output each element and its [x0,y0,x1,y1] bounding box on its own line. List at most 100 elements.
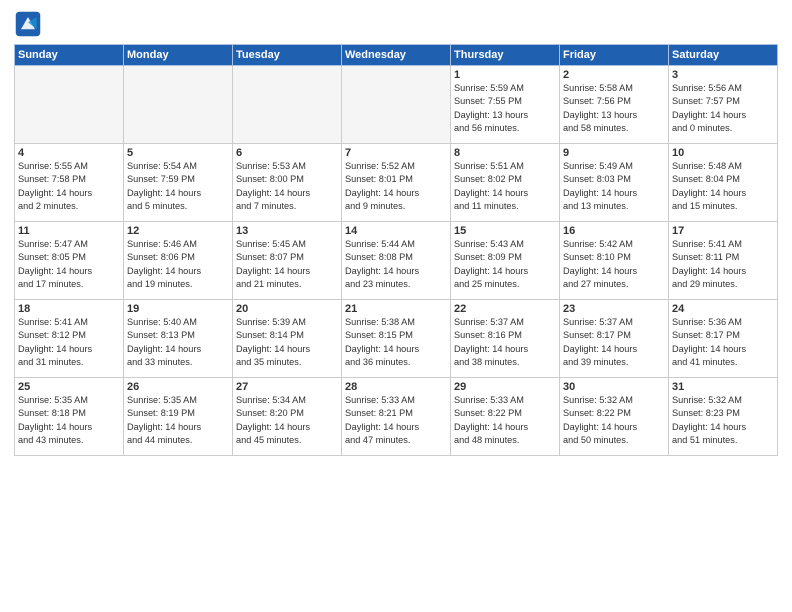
day-info: Sunrise: 5:51 AMSunset: 8:02 PMDaylight:… [454,160,556,213]
day-number: 28 [345,381,447,393]
day-info: Sunrise: 5:34 AMSunset: 8:20 PMDaylight:… [236,394,338,447]
calendar-cell: 12Sunrise: 5:46 AMSunset: 8:06 PMDayligh… [124,222,233,300]
calendar-cell [15,66,124,144]
day-number: 25 [18,381,120,393]
day-info: Sunrise: 5:32 AMSunset: 8:23 PMDaylight:… [672,394,774,447]
calendar-cell: 5Sunrise: 5:54 AMSunset: 7:59 PMDaylight… [124,144,233,222]
calendar-cell: 1Sunrise: 5:59 AMSunset: 7:55 PMDaylight… [451,66,560,144]
day-number: 30 [563,381,665,393]
day-number: 11 [18,225,120,237]
day-info: Sunrise: 5:56 AMSunset: 7:57 PMDaylight:… [672,82,774,135]
day-number: 27 [236,381,338,393]
calendar-week-4: 18Sunrise: 5:41 AMSunset: 8:12 PMDayligh… [15,300,778,378]
calendar-cell: 30Sunrise: 5:32 AMSunset: 8:22 PMDayligh… [560,378,669,456]
day-info: Sunrise: 5:46 AMSunset: 8:06 PMDaylight:… [127,238,229,291]
day-info: Sunrise: 5:54 AMSunset: 7:59 PMDaylight:… [127,160,229,213]
calendar-cell: 29Sunrise: 5:33 AMSunset: 8:22 PMDayligh… [451,378,560,456]
day-number: 18 [18,303,120,315]
calendar-header-tuesday: Tuesday [233,45,342,66]
calendar-cell: 15Sunrise: 5:43 AMSunset: 8:09 PMDayligh… [451,222,560,300]
day-info: Sunrise: 5:37 AMSunset: 8:17 PMDaylight:… [563,316,665,369]
calendar-cell: 9Sunrise: 5:49 AMSunset: 8:03 PMDaylight… [560,144,669,222]
day-info: Sunrise: 5:58 AMSunset: 7:56 PMDaylight:… [563,82,665,135]
calendar-cell: 2Sunrise: 5:58 AMSunset: 7:56 PMDaylight… [560,66,669,144]
day-number: 14 [345,225,447,237]
calendar-cell [233,66,342,144]
calendar-header-friday: Friday [560,45,669,66]
calendar-cell: 10Sunrise: 5:48 AMSunset: 8:04 PMDayligh… [669,144,778,222]
calendar-table: SundayMondayTuesdayWednesdayThursdayFrid… [14,44,778,456]
day-number: 5 [127,147,229,159]
calendar-cell: 4Sunrise: 5:55 AMSunset: 7:58 PMDaylight… [15,144,124,222]
day-number: 31 [672,381,774,393]
calendar-cell: 25Sunrise: 5:35 AMSunset: 8:18 PMDayligh… [15,378,124,456]
calendar-cell: 17Sunrise: 5:41 AMSunset: 8:11 PMDayligh… [669,222,778,300]
day-number: 17 [672,225,774,237]
day-number: 16 [563,225,665,237]
day-info: Sunrise: 5:35 AMSunset: 8:18 PMDaylight:… [18,394,120,447]
calendar-header-monday: Monday [124,45,233,66]
day-info: Sunrise: 5:59 AMSunset: 7:55 PMDaylight:… [454,82,556,135]
calendar-week-1: 1Sunrise: 5:59 AMSunset: 7:55 PMDaylight… [15,66,778,144]
calendar-cell [124,66,233,144]
day-number: 6 [236,147,338,159]
day-number: 24 [672,303,774,315]
calendar-cell: 27Sunrise: 5:34 AMSunset: 8:20 PMDayligh… [233,378,342,456]
day-number: 4 [18,147,120,159]
calendar-header-wednesday: Wednesday [342,45,451,66]
logo-icon [14,10,42,38]
day-info: Sunrise: 5:41 AMSunset: 8:11 PMDaylight:… [672,238,774,291]
calendar-cell: 7Sunrise: 5:52 AMSunset: 8:01 PMDaylight… [342,144,451,222]
calendar-cell: 26Sunrise: 5:35 AMSunset: 8:19 PMDayligh… [124,378,233,456]
day-number: 22 [454,303,556,315]
day-number: 2 [563,69,665,81]
calendar-cell: 3Sunrise: 5:56 AMSunset: 7:57 PMDaylight… [669,66,778,144]
day-number: 20 [236,303,338,315]
calendar-week-2: 4Sunrise: 5:55 AMSunset: 7:58 PMDaylight… [15,144,778,222]
day-info: Sunrise: 5:33 AMSunset: 8:22 PMDaylight:… [454,394,556,447]
calendar-cell: 14Sunrise: 5:44 AMSunset: 8:08 PMDayligh… [342,222,451,300]
calendar-week-3: 11Sunrise: 5:47 AMSunset: 8:05 PMDayligh… [15,222,778,300]
day-number: 12 [127,225,229,237]
calendar-cell: 8Sunrise: 5:51 AMSunset: 8:02 PMDaylight… [451,144,560,222]
calendar-cell: 18Sunrise: 5:41 AMSunset: 8:12 PMDayligh… [15,300,124,378]
day-info: Sunrise: 5:37 AMSunset: 8:16 PMDaylight:… [454,316,556,369]
day-info: Sunrise: 5:48 AMSunset: 8:04 PMDaylight:… [672,160,774,213]
calendar-cell [342,66,451,144]
day-number: 19 [127,303,229,315]
day-number: 29 [454,381,556,393]
day-number: 26 [127,381,229,393]
day-info: Sunrise: 5:52 AMSunset: 8:01 PMDaylight:… [345,160,447,213]
day-number: 7 [345,147,447,159]
day-number: 9 [563,147,665,159]
logo [14,10,46,38]
day-info: Sunrise: 5:38 AMSunset: 8:15 PMDaylight:… [345,316,447,369]
day-info: Sunrise: 5:49 AMSunset: 8:03 PMDaylight:… [563,160,665,213]
day-info: Sunrise: 5:40 AMSunset: 8:13 PMDaylight:… [127,316,229,369]
calendar-header-sunday: Sunday [15,45,124,66]
day-info: Sunrise: 5:32 AMSunset: 8:22 PMDaylight:… [563,394,665,447]
day-info: Sunrise: 5:36 AMSunset: 8:17 PMDaylight:… [672,316,774,369]
calendar-cell: 16Sunrise: 5:42 AMSunset: 8:10 PMDayligh… [560,222,669,300]
day-info: Sunrise: 5:35 AMSunset: 8:19 PMDaylight:… [127,394,229,447]
day-info: Sunrise: 5:42 AMSunset: 8:10 PMDaylight:… [563,238,665,291]
day-number: 21 [345,303,447,315]
calendar-cell: 28Sunrise: 5:33 AMSunset: 8:21 PMDayligh… [342,378,451,456]
calendar-cell: 21Sunrise: 5:38 AMSunset: 8:15 PMDayligh… [342,300,451,378]
day-info: Sunrise: 5:43 AMSunset: 8:09 PMDaylight:… [454,238,556,291]
day-info: Sunrise: 5:44 AMSunset: 8:08 PMDaylight:… [345,238,447,291]
day-number: 23 [563,303,665,315]
day-info: Sunrise: 5:33 AMSunset: 8:21 PMDaylight:… [345,394,447,447]
page-header [14,10,778,38]
day-number: 1 [454,69,556,81]
calendar-cell: 6Sunrise: 5:53 AMSunset: 8:00 PMDaylight… [233,144,342,222]
calendar-cell: 19Sunrise: 5:40 AMSunset: 8:13 PMDayligh… [124,300,233,378]
day-number: 15 [454,225,556,237]
calendar-header-thursday: Thursday [451,45,560,66]
calendar-cell: 24Sunrise: 5:36 AMSunset: 8:17 PMDayligh… [669,300,778,378]
day-info: Sunrise: 5:55 AMSunset: 7:58 PMDaylight:… [18,160,120,213]
day-info: Sunrise: 5:41 AMSunset: 8:12 PMDaylight:… [18,316,120,369]
calendar-cell: 22Sunrise: 5:37 AMSunset: 8:16 PMDayligh… [451,300,560,378]
day-info: Sunrise: 5:47 AMSunset: 8:05 PMDaylight:… [18,238,120,291]
calendar-header-row: SundayMondayTuesdayWednesdayThursdayFrid… [15,45,778,66]
